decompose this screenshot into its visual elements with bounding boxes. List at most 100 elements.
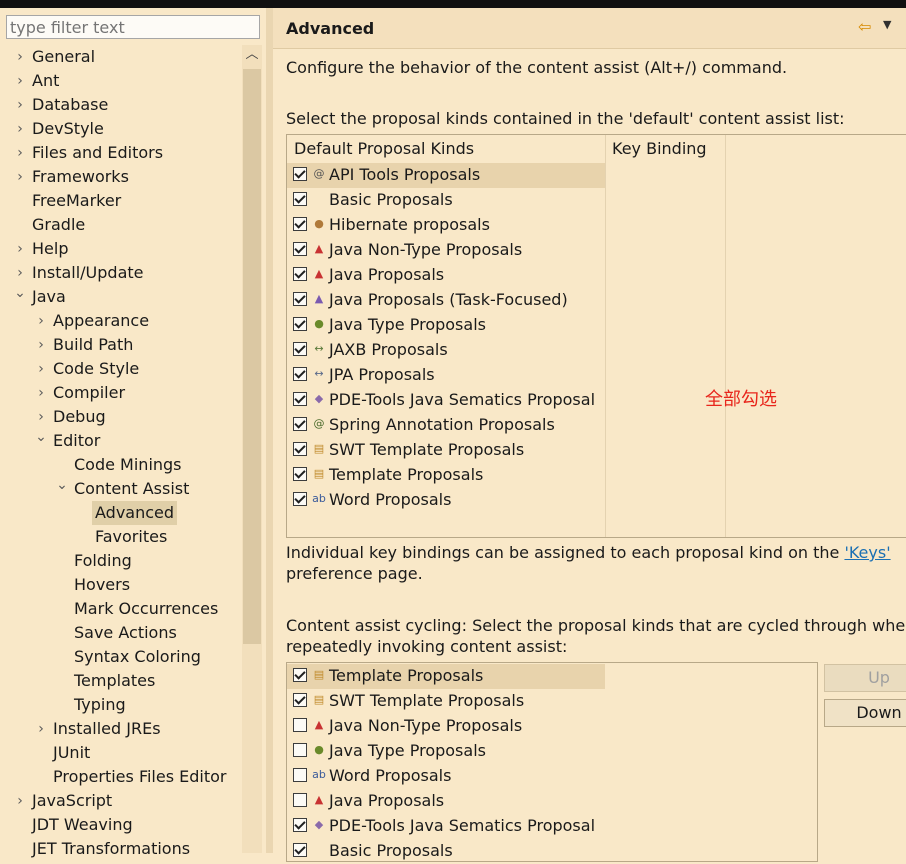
proposal-checkbox[interactable] [293, 192, 307, 206]
chevron-right-icon[interactable]: › [13, 69, 27, 93]
chevron-right-icon[interactable]: › [34, 717, 48, 741]
proposal-checkbox[interactable] [293, 467, 307, 481]
proposal-row[interactable]: ◆ PDE-Tools Java Sematics Proposal [287, 814, 605, 839]
proposal-checkbox[interactable] [293, 768, 307, 782]
tree-item-label: JET Transformations [32, 839, 191, 858]
proposal-row[interactable]: @ API Tools Proposals [287, 163, 605, 188]
proposal-row[interactable]: ab Word Proposals [287, 764, 605, 789]
chevron-right-icon[interactable]: › [13, 237, 27, 261]
scrollbar-thumb[interactable] [243, 69, 261, 644]
proposal-row[interactable]: @ Spring Annotation Proposals [287, 413, 605, 438]
column-header-key-binding[interactable]: Key Binding [612, 139, 707, 158]
column-separator [725, 135, 726, 537]
proposal-label: Hibernate proposals [329, 215, 490, 234]
chevron-right-icon[interactable]: › [34, 333, 48, 357]
proposal-row[interactable]: ● Java Type Proposals [287, 313, 605, 338]
proposal-checkbox[interactable] [293, 367, 307, 381]
proposal-row[interactable]: ▲ Java Non-Type Proposals [287, 238, 605, 263]
tree-item-label: JDT Weaving [32, 815, 133, 834]
tree-item-label: Code Style [53, 359, 140, 378]
chevron-right-icon[interactable]: › [34, 309, 48, 333]
tree-item-label: Compiler [53, 383, 126, 402]
chevron-right-icon[interactable]: › [34, 357, 48, 381]
proposal-row[interactable]: Basic Proposals [287, 839, 605, 864]
proposal-label: Template Proposals [329, 666, 484, 685]
proposal-kind-icon: ▲ [314, 267, 324, 280]
proposal-row[interactable]: ▤ SWT Template Proposals [287, 689, 605, 714]
filter-input[interactable] [6, 15, 260, 39]
proposal-row[interactable]: ▲ Java Proposals [287, 263, 605, 288]
proposal-label: Java Type Proposals [329, 315, 486, 334]
chevron-down-icon[interactable]: ⌄ [13, 281, 27, 305]
proposal-row[interactable]: ab Word Proposals [287, 488, 605, 513]
proposal-row[interactable]: ↔ JAXB Proposals [287, 338, 605, 363]
proposal-checkbox[interactable] [293, 342, 307, 356]
proposal-checkbox[interactable] [293, 267, 307, 281]
tree-item-label: Help [32, 239, 69, 258]
tree-item-label: Install/Update [32, 263, 144, 282]
proposal-row[interactable]: ● Java Type Proposals [287, 739, 605, 764]
proposal-checkbox[interactable] [293, 693, 307, 707]
proposal-checkbox[interactable] [293, 743, 307, 757]
proposal-checkbox[interactable] [293, 292, 307, 306]
preferences-tree-pane: › General › Ant › Database › DevStyle › Files and… [0, 8, 266, 858]
back-arrow-icon[interactable]: ⇦ [858, 17, 871, 36]
tree-item-label: Hovers [74, 575, 131, 594]
down-button[interactable]: Down [824, 699, 906, 727]
chevron-down-icon[interactable]: ⌄ [55, 473, 69, 497]
proposal-row[interactable]: ▤ Template Proposals [287, 463, 605, 488]
chevron-right-icon[interactable]: › [13, 141, 27, 165]
proposal-checkbox[interactable] [293, 668, 307, 682]
proposal-checkbox[interactable] [293, 492, 307, 506]
proposal-row[interactable]: ◆ PDE-Tools Java Sematics Proposal [287, 388, 605, 413]
tree-item-label: Advanced [92, 501, 178, 525]
proposal-checkbox[interactable] [293, 242, 307, 256]
proposal-checkbox[interactable] [293, 818, 307, 832]
keys-note-text: Individual key bindings can be assigned … [286, 543, 845, 562]
chevron-down-icon[interactable]: ⌄ [34, 425, 48, 449]
keys-link[interactable]: 'Keys' [844, 543, 890, 562]
up-button[interactable]: Up [824, 664, 906, 692]
view-menu-icon[interactable]: ▼ [883, 18, 891, 31]
proposal-row[interactable]: ↔ JPA Proposals [287, 363, 605, 388]
chevron-right-icon[interactable]: › [13, 117, 27, 141]
tree-item-label: Build Path [53, 335, 134, 354]
scroll-up-icon[interactable]: ︿ [242, 45, 262, 65]
proposal-checkbox[interactable] [293, 317, 307, 331]
proposal-row[interactable]: ▤ Template Proposals [287, 664, 605, 689]
column-header-proposal-kinds[interactable]: Default Proposal Kinds [294, 139, 474, 158]
proposal-row[interactable]: ▤ SWT Template Proposals [287, 438, 605, 463]
proposal-row[interactable]: ▲ Java Proposals (Task-Focused) [287, 288, 605, 313]
pane-splitter[interactable] [266, 8, 273, 853]
tree-item-label: Editor [53, 431, 101, 450]
chevron-right-icon[interactable]: › [13, 165, 27, 189]
proposal-row[interactable]: ▲ Java Proposals [287, 789, 605, 814]
down-button-label: Down [856, 703, 902, 722]
proposal-checkbox[interactable] [293, 843, 307, 857]
tree-item-label: Typing [74, 695, 126, 714]
proposal-kind-icon: ab [312, 768, 326, 781]
proposal-row[interactable]: ● Hibernate proposals [287, 213, 605, 238]
chevron-right-icon[interactable]: › [13, 93, 27, 117]
chevron-right-icon[interactable]: › [13, 789, 27, 813]
proposal-checkbox[interactable] [293, 442, 307, 456]
chevron-right-icon[interactable]: › [34, 381, 48, 405]
cycling-label-line2: repeatedly invoking content assist: [286, 637, 568, 656]
proposal-row[interactable]: ▲ Java Non-Type Proposals [287, 714, 605, 739]
proposal-checkbox[interactable] [293, 793, 307, 807]
proposal-checkbox[interactable] [293, 718, 307, 732]
tree-scrollbar[interactable]: ︿ [242, 45, 262, 853]
proposal-label: SWT Template Proposals [329, 691, 525, 710]
proposal-kind-icon: ↔ [314, 367, 324, 380]
proposal-checkbox[interactable] [293, 417, 307, 431]
proposal-checkbox[interactable] [293, 392, 307, 406]
proposal-checkbox[interactable] [293, 167, 307, 181]
proposal-kind-icon: ↔ [314, 342, 324, 355]
proposal-row[interactable]: Basic Proposals [287, 188, 605, 213]
proposal-kind-icon: ● [314, 317, 324, 330]
proposal-kind-icon: ▤ [313, 668, 325, 681]
proposal-checkbox[interactable] [293, 217, 307, 231]
chevron-right-icon[interactable]: › [13, 45, 27, 69]
proposal-label: Java Non-Type Proposals [329, 240, 523, 259]
proposal-kind-icon: ▲ [314, 292, 324, 305]
